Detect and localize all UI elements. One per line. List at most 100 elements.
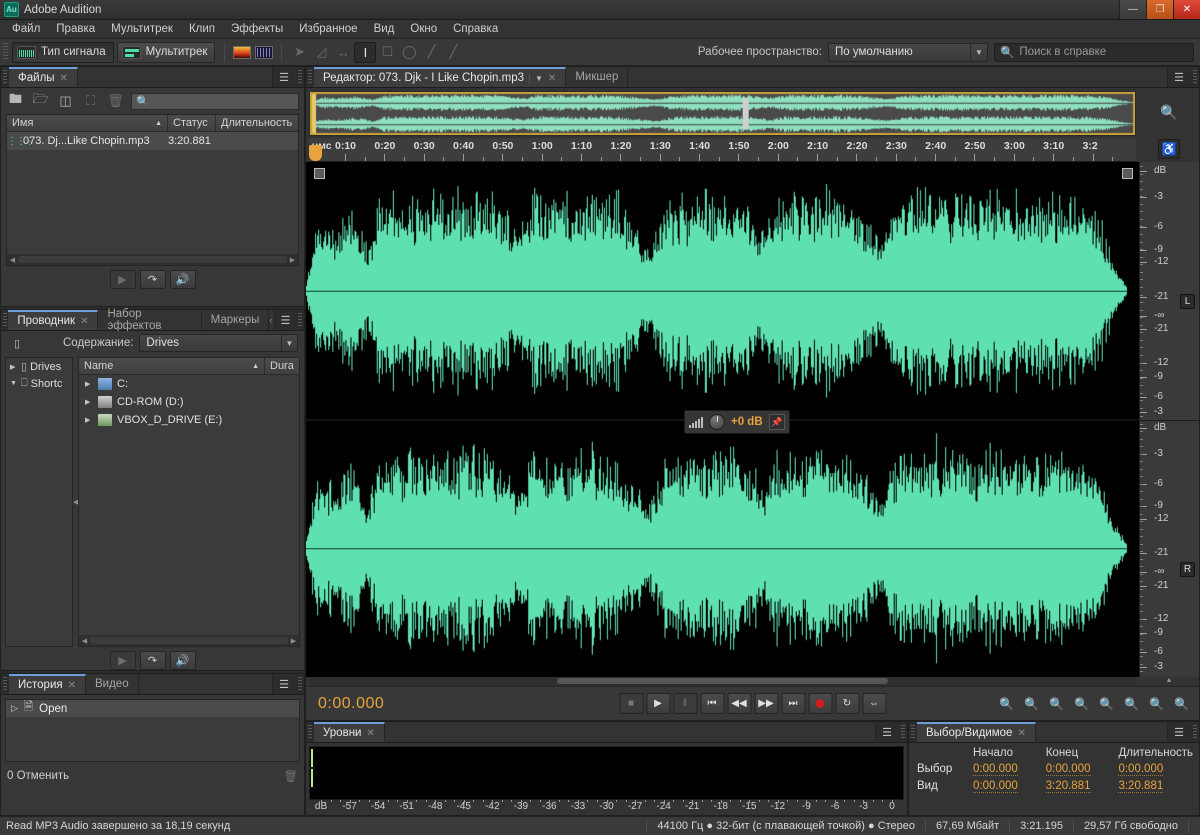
tab-effects-rack[interactable]: Набор эффектов: [98, 308, 202, 332]
tree-item-drives[interactable]: ▶ ▯ Drives: [6, 358, 72, 375]
view-start-value[interactable]: 0:00.000: [973, 780, 1018, 793]
chevron-down-icon[interactable]: ▼: [281, 335, 297, 351]
timeline-ruler[interactable]: чмс 0:100:200:300:400:501:001:101:201:30…: [309, 138, 1136, 162]
chevron-right-icon[interactable]: ▶: [10, 363, 18, 371]
files-column-duration[interactable]: Длительность: [216, 115, 298, 131]
menu-window[interactable]: Окно: [402, 21, 445, 37]
selection-start-value[interactable]: 0:00.000: [973, 763, 1018, 776]
fast-forward-button[interactable]: ▶▶: [754, 693, 778, 714]
files-column-name[interactable]: Имя ▲: [7, 115, 168, 131]
view-end-value[interactable]: 3:20.881: [1045, 780, 1091, 793]
list-item[interactable]: ▶ C:: [79, 375, 299, 393]
files-panel-dots[interactable]: [295, 67, 304, 87]
close-icon[interactable]: ✕: [80, 316, 88, 327]
explorer-panel-grip[interactable]: [1, 310, 9, 330]
text-cursor-tool-icon[interactable]: I: [354, 41, 377, 63]
scroll-thumb[interactable]: [557, 678, 888, 684]
history-panel-dots[interactable]: [295, 674, 304, 694]
lasso-selection-tool-icon[interactable]: ◯: [398, 42, 420, 63]
trash-icon[interactable]: 🗑: [106, 93, 125, 110]
zoom-to-selection-right-icon[interactable]: 🔍: [1147, 694, 1166, 713]
rewind-button[interactable]: ◀◀: [727, 693, 751, 714]
scroll-track[interactable]: [18, 256, 287, 263]
loop-playback-button[interactable]: ↷: [139, 651, 166, 670]
move-to-start-button[interactable]: ⏮: [700, 693, 724, 714]
waveform-horizontal-scrollbar[interactable]: [309, 677, 1136, 686]
files-column-status[interactable]: Статус: [168, 115, 216, 131]
chevron-down-icon[interactable]: ▼: [970, 43, 987, 61]
status-sample-rate[interactable]: 44100 Гц ● 32-бит (с плавающей точкой) ●…: [646, 819, 925, 833]
editor-panel-grip[interactable]: [306, 67, 314, 87]
help-search-input[interactable]: 🔍 Поиск в справке: [994, 42, 1194, 62]
selection-end-value[interactable]: 0:00.000: [1045, 763, 1091, 776]
spot-healing-brush-tool-icon[interactable]: ╱: [442, 42, 464, 63]
tab-mixer[interactable]: Микшер: [566, 67, 629, 87]
multitrack-view-button[interactable]: Мультитрек: [116, 41, 216, 63]
explorer-panel-menu-icon[interactable]: ☰: [275, 310, 295, 330]
export-file-icon[interactable]: ⛶: [81, 93, 100, 110]
marquee-selection-tool-icon[interactable]: ☐: [376, 42, 398, 63]
tree-item-shortcuts[interactable]: ▼ ⎕ Shortc: [6, 375, 72, 392]
channel-right-badge[interactable]: R: [1180, 562, 1195, 577]
tab-selection-view[interactable]: Выбор/Видимое ✕: [917, 722, 1036, 742]
menu-view[interactable]: Вид: [366, 21, 403, 37]
loop-button[interactable]: ↻: [835, 693, 859, 714]
move-to-end-button[interactable]: ⏭: [781, 693, 805, 714]
zoom-in-amplitude-icon[interactable]: 🔍: [997, 694, 1016, 713]
paintbrush-selection-tool-icon[interactable]: ╱: [420, 42, 442, 63]
zoom-out-full-icon[interactable]: 🔍: [1097, 694, 1116, 713]
open-file-icon[interactable]: 🖿: [6, 91, 25, 110]
content-select[interactable]: Drives ▼: [139, 334, 298, 352]
right-channel-handle[interactable]: [1122, 168, 1133, 179]
explorer-column-name[interactable]: Name ▲: [79, 358, 265, 374]
menu-favorites[interactable]: Избранное: [291, 21, 365, 37]
menu-multitrack[interactable]: Мультитрек: [103, 21, 181, 37]
gain-hud[interactable]: +0 dB 📌: [684, 410, 790, 434]
tab-markers[interactable]: Маркеры: [201, 310, 270, 330]
scroll-up-icon[interactable]: ▲: [1139, 677, 1199, 686]
editor-panel-menu-icon[interactable]: ☰: [1168, 67, 1190, 87]
close-icon[interactable]: ✕: [548, 73, 556, 84]
drive-selector-icon[interactable]: ▯: [7, 336, 27, 351]
close-icon[interactable]: ✕: [68, 680, 76, 691]
explorer-column-duration[interactable]: Dura: [265, 358, 299, 374]
tab-history[interactable]: История ✕: [9, 674, 86, 694]
levels-panel-menu-icon[interactable]: ☰: [876, 722, 898, 742]
selection-panel-grip[interactable]: [909, 722, 917, 742]
overview-waveform[interactable]: [309, 91, 1136, 136]
levels-panel-dots[interactable]: [898, 722, 907, 742]
chevron-right-icon[interactable]: ▶: [85, 380, 93, 388]
auto-play-button[interactable]: 🔊: [169, 651, 196, 670]
list-item[interactable]: ▶ VBOX_D_DRIVE (E:): [79, 411, 299, 429]
scroll-left-icon[interactable]: ◀: [7, 256, 18, 264]
table-row[interactable]: ⋮⋮⋮ 073. Dj...Like Chopin.mp3 3:20.881: [7, 132, 298, 150]
chevron-right-icon[interactable]: ▶: [85, 416, 93, 424]
workspace-select[interactable]: По умолчанию ▼: [828, 42, 988, 62]
close-button[interactable]: ✕: [1173, 0, 1200, 19]
selection-panel-menu-icon[interactable]: ☰: [1168, 722, 1190, 742]
menu-file[interactable]: Файл: [4, 21, 48, 37]
headphones-monitor-button[interactable]: ♿: [1139, 136, 1199, 162]
channel-left-badge[interactable]: L: [1180, 294, 1195, 309]
stop-button[interactable]: ■: [619, 693, 643, 714]
levels-meter[interactable]: [309, 746, 904, 800]
status-file-size[interactable]: 67,69 Мбайт: [925, 819, 1009, 833]
history-panel-menu-icon[interactable]: ☰: [273, 674, 295, 694]
scroll-right-icon[interactable]: ▶: [287, 256, 298, 264]
view-duration-value[interactable]: 3:20.881: [1118, 780, 1164, 793]
record-button[interactable]: [808, 693, 832, 714]
zoom-to-selection-icon[interactable]: 🔍: [1172, 694, 1191, 713]
minimize-button[interactable]: —: [1119, 0, 1146, 19]
explorer-panel-dots[interactable]: [295, 310, 304, 330]
pause-button[interactable]: ‖: [673, 693, 697, 714]
db-scale-rail[interactable]: L R dB -3 -6 -9 -12 -21 -∞ -21 -12 -9 -6 -3 dB -3 -6 -9…: [1139, 162, 1199, 677]
selection-duration-value[interactable]: 0:00.000: [1118, 763, 1164, 776]
tab-editor[interactable]: Редактор: 073. Djk - I Like Chopin.mp3 ▼…: [314, 67, 567, 87]
history-panel-grip[interactable]: [1, 674, 9, 694]
levels-panel-grip[interactable]: [306, 722, 314, 742]
chevron-down-icon[interactable]: ▼: [10, 380, 18, 387]
slip-tool-icon[interactable]: ◿: [310, 42, 332, 63]
zoom-overview-icon[interactable]: 🔍: [1139, 88, 1199, 136]
play-button[interactable]: ▶: [646, 693, 670, 714]
menu-effects[interactable]: Эффекты: [223, 21, 291, 37]
